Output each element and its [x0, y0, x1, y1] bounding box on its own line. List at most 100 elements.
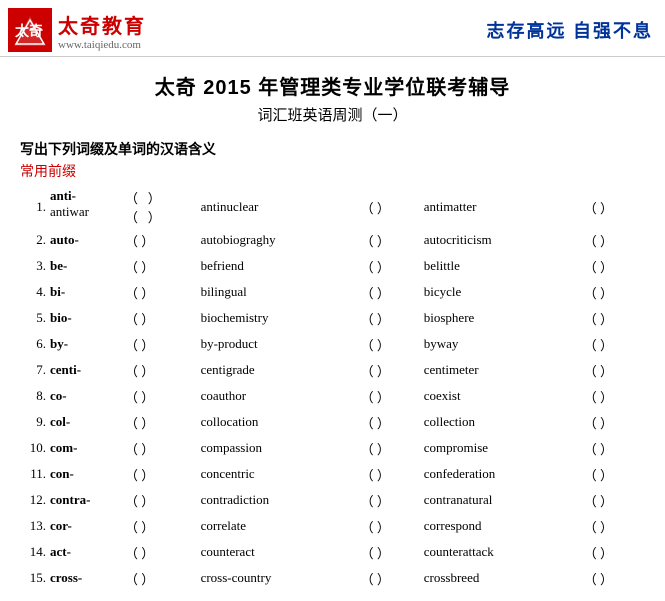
word1-paren: （ ）: [359, 383, 422, 409]
word1-paren: （ ）: [359, 539, 422, 565]
table-row: 4.bi-（ ）bilingual（ ）bicycle（ ）: [20, 279, 645, 305]
word1: biochemistry: [199, 305, 359, 331]
word2: biosphere: [422, 305, 582, 331]
table-row: 8.co-（ ）coauthor（ ）coexist（ ）: [20, 383, 645, 409]
word1: centigrade: [199, 357, 359, 383]
prefix: cross-: [48, 565, 123, 591]
word1: bilingual: [199, 279, 359, 305]
word1-paren: （ ）: [359, 565, 422, 591]
main-title: 太奇 2015 年管理类专业学位联考辅导: [0, 71, 665, 100]
word2-paren: （ ）: [582, 539, 645, 565]
word1: correlate: [199, 513, 359, 539]
row-number: 4.: [20, 279, 48, 305]
word2-paren: （ ）: [582, 435, 645, 461]
table-row: 7.centi-（ ）centigrade（ ）centimeter（ ）: [20, 357, 645, 383]
word1-paren: （ ）: [359, 279, 422, 305]
prefix: com-: [48, 435, 123, 461]
prefix: centi-: [48, 357, 123, 383]
prefix-paren: （ ）: [123, 513, 199, 539]
word2: antimatter: [422, 187, 582, 227]
prefix-paren: （ ）: [123, 435, 199, 461]
logo-name: 太奇教育: [58, 10, 146, 39]
word1-paren: （ ）: [359, 227, 422, 253]
word2-paren: （ ）: [582, 409, 645, 435]
table-row: 14.act-（ ）counteract（ ）counterattack（ ）: [20, 539, 645, 565]
word2: centimeter: [422, 357, 582, 383]
title-area: 太奇 2015 年管理类专业学位联考辅导 词汇班英语周测（一）: [0, 57, 665, 129]
word1-paren: （ ）: [359, 253, 422, 279]
word2-paren: （ ）: [582, 565, 645, 591]
word1: cross-country: [199, 565, 359, 591]
prefix: bio-: [48, 305, 123, 331]
word1: counteract: [199, 539, 359, 565]
logo-area: 太奇 太奇教育 www.taiqiedu.com: [8, 8, 146, 52]
content: 写出下列词缀及单词的汉语含义 常用前缀 1.anti-antiwar（ ）（ ）…: [0, 129, 665, 601]
prefix: auto-: [48, 227, 123, 253]
word2: collection: [422, 409, 582, 435]
row-number: 2.: [20, 227, 48, 253]
prefix-paren: （ ）: [123, 305, 199, 331]
word2-paren: （ ）: [582, 305, 645, 331]
prefix-paren: （ ）: [123, 253, 199, 279]
prefix-paren: （ ）: [123, 461, 199, 487]
word2: compromise: [422, 435, 582, 461]
prefix-paren: （ ）: [123, 331, 199, 357]
prefix: act-: [48, 539, 123, 565]
word2: bicycle: [422, 279, 582, 305]
row-number: 1.: [20, 187, 48, 227]
prefix-paren: （ ）: [123, 539, 199, 565]
word1-paren: （ ）: [359, 331, 422, 357]
prefix: by-: [48, 331, 123, 357]
word2: contranatural: [422, 487, 582, 513]
table-row: 10.com-（ ）compassion（ ）compromise（ ）: [20, 435, 645, 461]
section-instruction: 写出下列词缀及单词的汉语含义: [20, 139, 645, 159]
word1-paren: （ ）: [359, 305, 422, 331]
row-number: 13.: [20, 513, 48, 539]
table-row: 11.con-（ ）concentric（ ）confederation（ ）: [20, 461, 645, 487]
header: 太奇 太奇教育 www.taiqiedu.com 志存高远 自强不息: [0, 0, 665, 57]
word2-paren: （ ）: [582, 383, 645, 409]
prefix-paren: （ ）: [123, 565, 199, 591]
row-number: 9.: [20, 409, 48, 435]
word2-paren: （ ）: [582, 187, 645, 227]
word1: befriend: [199, 253, 359, 279]
table-row: 13.cor-（ ）correlate（ ）correspond（ ）: [20, 513, 645, 539]
prefix: co-: [48, 383, 123, 409]
prefix-paren: （ ）: [123, 383, 199, 409]
row-number: 14.: [20, 539, 48, 565]
word1-paren: （ ）: [359, 357, 422, 383]
prefix-paren: （ ）: [123, 279, 199, 305]
vocab-table: 1.anti-antiwar（ ）（ ）antinuclear（ ）antima…: [20, 187, 645, 591]
prefix: con-: [48, 461, 123, 487]
word1: by-product: [199, 331, 359, 357]
word2-paren: （ ）: [582, 227, 645, 253]
word2: coexist: [422, 383, 582, 409]
prefix: cor-: [48, 513, 123, 539]
prefix: be-: [48, 253, 123, 279]
word2: correspond: [422, 513, 582, 539]
word1-paren: （ ）: [359, 435, 422, 461]
word1: compassion: [199, 435, 359, 461]
prefix: contra-: [48, 487, 123, 513]
word1-paren: （ ）: [359, 487, 422, 513]
logo-text-area: 太奇教育 www.taiqiedu.com: [58, 10, 146, 51]
table-row: 12.contra-（ ）contradiction（ ）contranatur…: [20, 487, 645, 513]
prefix-paren: （ ）: [123, 487, 199, 513]
table-row: 6.by-（ ）by-product（ ）byway（ ）: [20, 331, 645, 357]
prefix: col-: [48, 409, 123, 435]
word2-paren: （ ）: [582, 487, 645, 513]
word2: belittle: [422, 253, 582, 279]
svg-text:太奇: 太奇: [15, 23, 43, 39]
table-row: 3.be-（ ）befriend（ ）belittle（ ）: [20, 253, 645, 279]
word1-paren: （ ）: [359, 187, 422, 227]
prefix-label: 常用前缀: [20, 161, 645, 181]
sub-title: 词汇班英语周测（一）: [0, 104, 665, 125]
row-number: 10.: [20, 435, 48, 461]
logo-url: www.taiqiedu.com: [58, 39, 146, 51]
prefix: bi-: [48, 279, 123, 305]
word1-paren: （ ）: [359, 461, 422, 487]
row-number: 8.: [20, 383, 48, 409]
row-number: 12.: [20, 487, 48, 513]
table-row: 5.bio-（ ）biochemistry（ ）biosphere（ ）: [20, 305, 645, 331]
prefix-paren: （ ）: [123, 227, 199, 253]
